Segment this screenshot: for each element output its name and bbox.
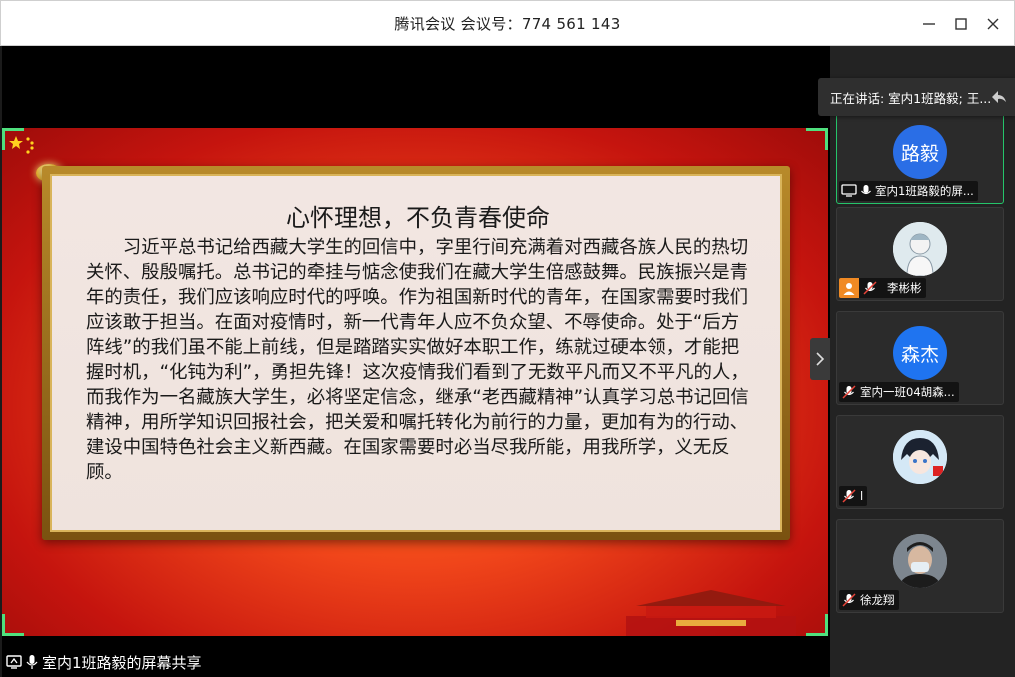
participant-name: 徐龙翔 xyxy=(860,593,895,607)
shared-slide: 心怀理想，不负青春使命 习近平总书记给西藏大学生的回信中，字里行间充满着对西藏各… xyxy=(2,128,828,636)
participant-tile[interactable]: l xyxy=(836,415,1004,509)
share-frame-corner xyxy=(806,614,828,636)
participant-tile[interactable]: 徐龙翔 xyxy=(836,519,1004,613)
screen-share-text: 室内1班路毅的屏幕共享 xyxy=(42,653,202,672)
participant-tile[interactable]: 路毅 室内1班路毅的屏... xyxy=(836,110,1004,204)
participant-tile[interactable]: 森杰 室内一班04胡森... xyxy=(836,311,1004,405)
chevron-right-icon xyxy=(816,352,825,366)
maximize-button[interactable] xyxy=(948,11,974,37)
slide-title: 心怀理想，不负青春使命 xyxy=(286,204,550,232)
microphone-muted-icon xyxy=(842,489,856,503)
participant-name-pill: l xyxy=(839,486,868,506)
speaking-text: 正在讲话: 室内1班路毅; 王... xyxy=(830,90,992,106)
window-title: 腾讯会议 会议号：774 561 143 xyxy=(394,14,621,33)
share-frame-corner xyxy=(2,614,24,636)
slide-body: 习近平总书记给西藏大学生的回信中，字里行间充满着对西藏各族人民的热切关怀、殷殷嘱… xyxy=(86,237,749,483)
screen-share-icon xyxy=(6,655,22,669)
window-controls xyxy=(916,1,1006,47)
microphone-muted-icon xyxy=(863,281,877,295)
slide-board-content: 心怀理想，不负青春使命 习近平总书记给西藏大学生的回信中，字里行间充满着对西藏各… xyxy=(50,174,782,532)
screen-share-icon xyxy=(841,184,857,197)
shared-screen-stage: 心怀理想，不负青春使命 习近平总书记给西藏大学生的回信中，字里行间充满着对西藏各… xyxy=(2,46,830,677)
minimize-button[interactable] xyxy=(916,11,942,37)
flag-decoration-icon xyxy=(9,136,34,154)
maximize-icon xyxy=(955,18,967,30)
avatar-text: 路毅 xyxy=(900,142,939,165)
host-badge xyxy=(839,278,859,298)
close-button[interactable] xyxy=(980,11,1006,37)
participant-name: 室内一班04胡森... xyxy=(860,385,955,399)
microphone-muted-icon xyxy=(842,385,856,399)
avatar-text: 森杰 xyxy=(900,343,939,366)
user-icon xyxy=(843,283,855,295)
avatar-portrait-icon xyxy=(893,222,947,276)
microphone-icon xyxy=(861,185,871,195)
speaking-indicator: 正在讲话: 室内1班路毅; 王... xyxy=(818,78,1015,116)
avatar xyxy=(893,222,947,276)
screen-share-label: 室内1班路毅的屏幕共享 xyxy=(6,650,202,674)
microphone-icon xyxy=(26,655,38,669)
participant-name-pill: 室内1班路毅的屏... xyxy=(839,181,978,201)
avatar: 路毅 xyxy=(893,125,947,179)
participant-name: l xyxy=(860,489,864,503)
participant-name: 李彬彬 xyxy=(887,281,922,295)
raise-hand-icon[interactable] xyxy=(989,87,1009,107)
close-icon xyxy=(987,18,999,30)
participant-name-pill: 室内一班04胡森... xyxy=(839,382,959,402)
microphone-muted-icon xyxy=(842,593,856,607)
tiananmen-icon xyxy=(626,590,796,636)
avatar xyxy=(893,534,947,588)
slide-board: 心怀理想，不负青春使命 习近平总书记给西藏大学生的回信中，字里行间充满着对西藏各… xyxy=(42,166,790,540)
collapse-sidebar-button[interactable] xyxy=(810,338,830,380)
avatar-anime-icon xyxy=(893,430,947,484)
participant-tile[interactable]: 李彬彬 xyxy=(836,207,1004,301)
minimize-icon xyxy=(923,23,935,25)
participant-name: 室内1班路毅的屏... xyxy=(875,184,974,198)
avatar xyxy=(893,430,947,484)
share-frame-corner xyxy=(806,128,828,150)
avatar-photo-icon xyxy=(893,534,947,588)
title-bar: 腾讯会议 会议号：774 561 143 xyxy=(0,0,1015,46)
participant-name-pill: 徐龙翔 xyxy=(839,590,899,610)
avatar: 森杰 xyxy=(893,326,947,380)
participant-name-pill: 李彬彬 xyxy=(839,278,926,298)
